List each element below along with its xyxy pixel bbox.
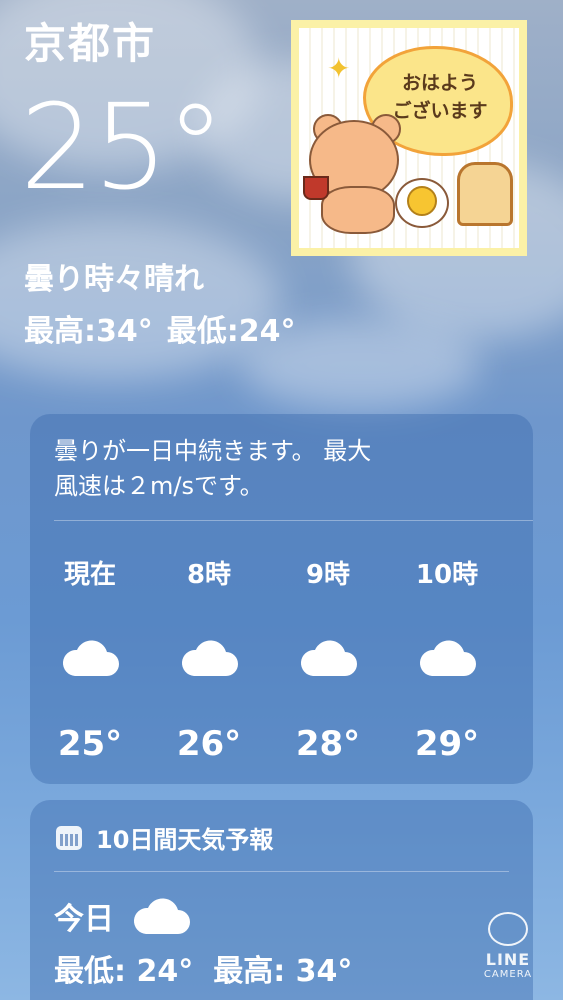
hour-item: 8時 26° xyxy=(149,554,269,764)
toast-icon xyxy=(457,162,513,226)
cloud-icon xyxy=(387,638,507,718)
hour-item: 1 3 xyxy=(506,554,533,764)
high-temp: 最高:34° xyxy=(24,314,153,349)
divider xyxy=(54,519,533,521)
weather-summary: 曇りが一日中続きます。 最大 風速は２m/sです。 xyxy=(54,437,372,500)
forecast-header: 10日間天気予報 xyxy=(30,800,533,855)
hourly-scroll[interactable]: 現在 25° 8時 26° 9時 28° 10時 29° 1 3 xyxy=(30,554,533,774)
low-temp: 最低:24° xyxy=(166,314,296,349)
day-low: 最低: 24° xyxy=(54,954,194,989)
line-camera-watermark: LINE CAMERA xyxy=(470,912,546,992)
city-name: 京都市 xyxy=(24,19,157,68)
current-condition: 曇り時々晴れ xyxy=(24,262,204,297)
forecast-day-today[interactable]: 今日 xyxy=(30,872,533,938)
bear-logo-icon xyxy=(488,912,528,946)
yolk xyxy=(407,186,437,216)
cloud-icon xyxy=(149,638,269,718)
hour-item: 現在 25° xyxy=(30,554,150,764)
day-high: 最高: 34° xyxy=(213,954,353,989)
calendar-icon xyxy=(56,825,82,850)
high-low: 最高:34° 最低:24° xyxy=(24,306,310,350)
sparkle-icon: ✦ xyxy=(327,52,351,85)
forecast-title: 10日間天気予報 xyxy=(96,826,274,854)
hourly-forecast-card[interactable]: 曇りが一日中続きます。 最大 風速は２m/sです。 現在 25° 8時 26° … xyxy=(30,414,533,784)
greeting-sticker: ✦ おはよう ございます xyxy=(291,20,527,256)
cloud-icon xyxy=(506,638,533,718)
coffee-cup-icon xyxy=(303,176,329,200)
ten-day-forecast-card[interactable]: 10日間天気予報 今日 最低: 24° 最高: 34° xyxy=(30,800,533,1000)
bear-body xyxy=(321,186,395,234)
cloud-icon xyxy=(268,638,388,718)
day-label: 今日 xyxy=(54,902,114,937)
current-temperature: 25° xyxy=(20,78,225,216)
hour-item: 10時 29° xyxy=(387,554,507,764)
cloud-icon xyxy=(30,638,150,718)
day-high-low: 最低: 24° 最高: 34° xyxy=(30,938,533,990)
cloud-icon xyxy=(133,898,190,934)
hour-item: 9時 28° xyxy=(268,554,388,764)
